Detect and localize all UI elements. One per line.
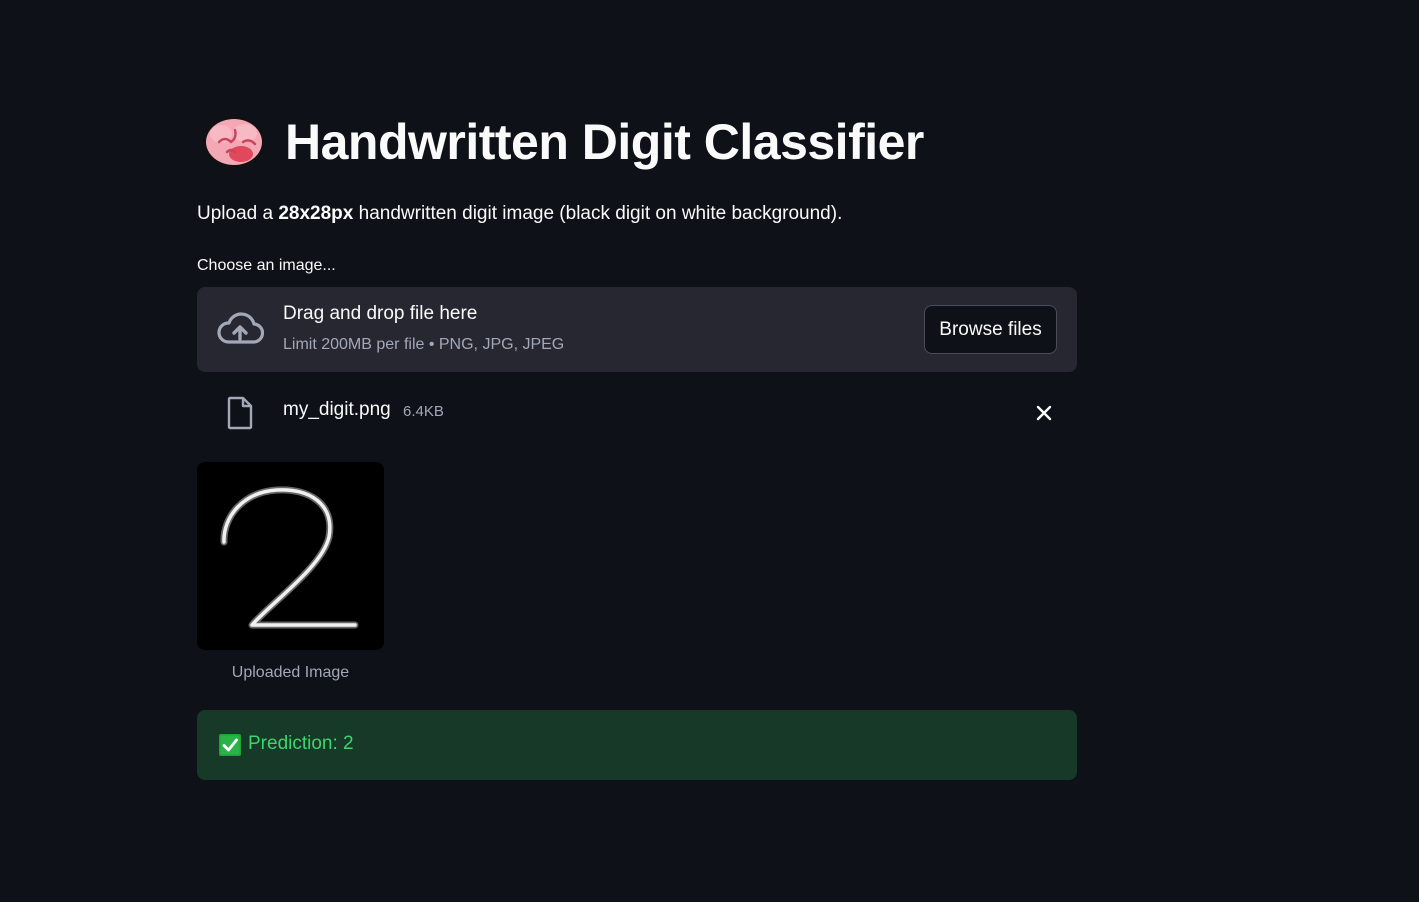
page-title: Handwritten Digit Classifier [197,112,924,172]
image-caption: Uploaded Image [231,664,350,681]
check-box-icon [219,734,241,756]
file-dropzone[interactable]: Drag and drop file here Limit 200MB per … [197,287,1077,372]
page-title-text: Handwritten Digit Classifier [285,114,924,170]
prediction-text: Prediction: 2 [248,733,354,754]
close-icon[interactable] [1029,398,1059,428]
brain-icon [203,117,265,169]
file-size: 6.4KB [403,403,444,420]
digit-image [220,486,359,629]
cloud-upload-icon [217,312,264,344]
dropzone-limit: Limit 200MB per file • PNG, JPG, JPEG [283,336,565,353]
uploaded-image [197,462,384,650]
dropzone-title: Drag and drop file here [283,303,478,324]
browse-files-button[interactable]: Browse files [924,305,1057,354]
intro-suffix: handwritten digit image (black digit on … [353,203,843,224]
file-icon [227,396,253,430]
intro-bold: 28x28px [278,203,354,224]
uploaded-file-row: my_digit.png 6.4KB [197,388,1077,436]
uploader-label: Choose an image... [197,257,336,274]
file-name: my_digit.png [283,399,391,420]
intro-text: Upload a 28x28px handwritten digit image… [197,203,842,225]
prediction-alert: Prediction: 2 [197,710,1077,780]
intro-prefix: Upload a [197,203,279,224]
